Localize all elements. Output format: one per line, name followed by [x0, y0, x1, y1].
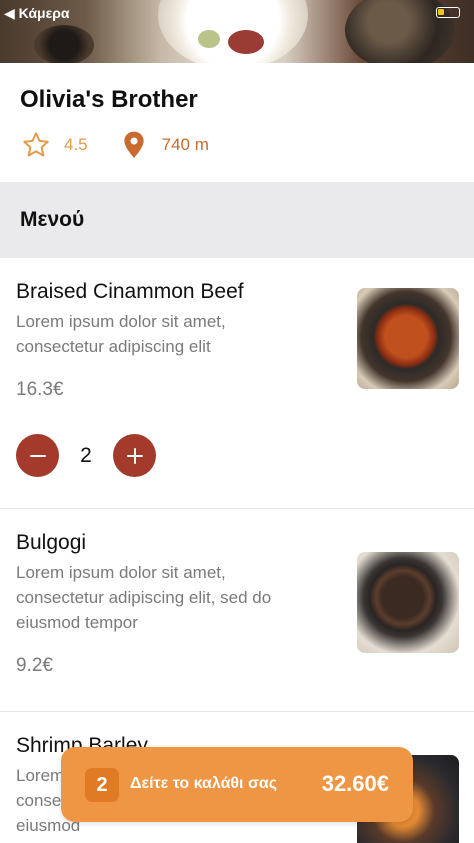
- menu-item-price: 9.2€: [16, 655, 53, 676]
- menu-item-image: [357, 552, 459, 653]
- decrease-quantity-button[interactable]: [16, 434, 59, 477]
- cart-count-badge: 2: [85, 768, 119, 802]
- cart-total: 32.60€: [321, 771, 389, 796]
- view-cart-label: Δείτε το καλάθι σας: [130, 775, 278, 792]
- status-time: 4:39 μμ: [212, 5, 262, 21]
- quantity-value: 2: [80, 443, 92, 467]
- plus-icon: [126, 447, 143, 464]
- quantity-stepper: 2: [16, 434, 156, 477]
- view-cart-button[interactable]: 2 Δείτε το καλάθι σας 32.60€: [61, 747, 413, 822]
- menu-section-header: Μενού: [0, 182, 474, 258]
- restaurant-distance: 740 m: [161, 135, 209, 154]
- menu-item[interactable]: Braised Cinammon Beef Lorem ipsum dolor …: [0, 258, 474, 509]
- menu-item-description: Lorem ipsum dolor sit amet, consectetur …: [16, 563, 272, 632]
- restaurant-meta: 4.5 740 m: [20, 128, 209, 162]
- menu-item-image: [357, 288, 459, 389]
- status-bar: ◀ Κάμερα 4:39 μμ: [0, 0, 474, 26]
- restaurant-rating: 4.5: [64, 135, 88, 154]
- menu-item[interactable]: Bulgogi Lorem ipsum dolor sit amet, cons…: [0, 509, 474, 712]
- location-pin-icon: [118, 129, 150, 161]
- menu-item-name: Bulgogi: [16, 531, 87, 554]
- menu-item-description: Lorem ipsum dolor sit amet, consectetur …: [16, 312, 226, 356]
- menu-item-price: 16.3€: [16, 379, 64, 400]
- minus-icon: [29, 454, 46, 457]
- restaurant-name: Olivia's Brother: [20, 86, 198, 113]
- increase-quantity-button[interactable]: [113, 434, 156, 477]
- battery-icon: [436, 7, 460, 18]
- menu-item-name: Braised Cinammon Beef: [16, 280, 244, 303]
- restaurant-hero-image: ◀ Κάμερα 4:39 μμ: [0, 0, 474, 63]
- star-icon: [20, 129, 52, 161]
- menu-title: Μενού: [20, 208, 85, 231]
